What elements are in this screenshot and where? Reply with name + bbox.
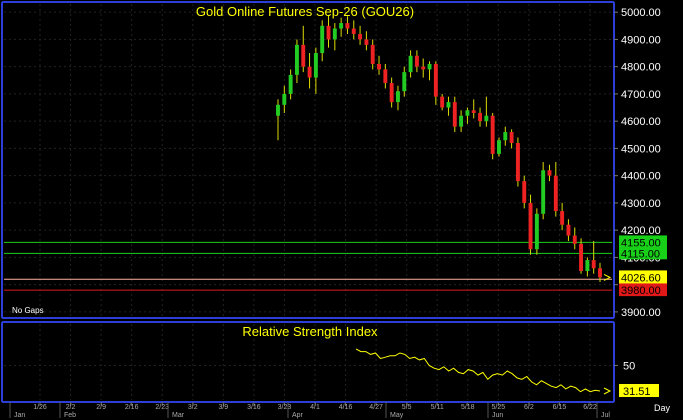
rsi-chart-title: Relative Strength Index xyxy=(242,324,378,339)
time-tick-label: 2/23 xyxy=(155,404,169,411)
candle-body xyxy=(345,23,350,29)
candle-body xyxy=(370,44,375,64)
price-tick-label: 4300.00 xyxy=(621,198,661,210)
month-label: May xyxy=(390,412,404,419)
candle-body xyxy=(377,63,381,70)
candle-body xyxy=(528,202,533,250)
price-tick-label: 3900.00 xyxy=(621,307,661,319)
candle-body xyxy=(515,142,520,182)
chart-window: 3900.004000.004100.004200.004300.004400.… xyxy=(0,0,683,420)
candle-body xyxy=(440,96,445,108)
candle-body xyxy=(579,243,584,272)
time-tick-label: 6/22 xyxy=(583,404,597,411)
month-label: Feb xyxy=(64,412,76,419)
price-level-label: 4115.00 xyxy=(621,248,660,260)
candle-body xyxy=(332,28,337,40)
candle-body xyxy=(478,112,482,122)
candle-body xyxy=(427,63,432,70)
candle-body xyxy=(484,115,489,122)
time-tick-label: 2/2 xyxy=(66,404,76,411)
rsi-last-label: 31.51 xyxy=(623,386,651,398)
price-tick-label: 4600.00 xyxy=(621,116,661,128)
candle-body xyxy=(294,44,299,75)
candle-body xyxy=(326,25,331,40)
month-label: Jul xyxy=(601,412,610,419)
price-tick-label: 4500.00 xyxy=(621,143,661,155)
candle-body xyxy=(402,72,407,92)
time-tick-label: 5/11 xyxy=(431,404,444,411)
last-price-label: 4026.60 xyxy=(621,272,661,284)
time-tick-label: 2/9 xyxy=(96,404,106,411)
price-chart-title: Gold Online Futures Sep-26 (GOU26) xyxy=(196,4,414,19)
background xyxy=(0,0,683,420)
candle-body xyxy=(598,268,602,278)
candle-body xyxy=(503,132,508,141)
time-tick-label: 6/15 xyxy=(553,404,567,411)
time-tick-label: 2/16 xyxy=(125,404,139,411)
time-tick-label: 3/9 xyxy=(218,404,228,411)
candle-body xyxy=(351,28,356,34)
time-tick-label: 3/16 xyxy=(247,404,261,411)
no-gaps-label: No Gaps xyxy=(12,306,44,315)
candle-body xyxy=(459,115,464,127)
candle-body xyxy=(566,224,571,236)
price-tick-label: 4800.00 xyxy=(621,62,661,74)
time-tick-label: 4/27 xyxy=(369,404,383,411)
candle-body xyxy=(465,110,470,116)
price-tick-label: 5000.00 xyxy=(621,7,661,19)
candle-body xyxy=(383,69,388,84)
time-tick-label: 6/2 xyxy=(524,404,534,411)
candle-body xyxy=(572,235,577,244)
time-tick-label: 4/1 xyxy=(310,404,320,411)
candle-body xyxy=(433,63,438,97)
candle-body xyxy=(560,211,565,225)
candle-body xyxy=(307,66,312,78)
candle-body xyxy=(282,93,287,105)
candle-body xyxy=(534,213,539,250)
price-tick-label: 4900.00 xyxy=(621,34,661,46)
rsi-tick-label: 50 xyxy=(623,360,635,372)
time-tick-label: 3/23 xyxy=(278,404,292,411)
month-label: Mar xyxy=(172,412,185,419)
candle-body xyxy=(497,140,501,154)
candle-body xyxy=(320,25,325,54)
candle-body xyxy=(421,66,426,70)
candle-body xyxy=(522,181,527,203)
candle-body xyxy=(358,33,363,40)
price-level-label: 3980.00 xyxy=(621,285,661,297)
candle-body xyxy=(301,44,306,67)
candle-body xyxy=(509,132,514,143)
candle-body xyxy=(547,170,552,176)
candle-body xyxy=(585,260,590,272)
candle-body xyxy=(396,91,400,103)
time-tick-label: 4/16 xyxy=(339,404,353,411)
time-tick-label: 1/26 xyxy=(33,404,47,411)
candle-body xyxy=(446,102,451,108)
time-tick-label: 5/25 xyxy=(492,404,506,411)
candle-body xyxy=(471,110,476,113)
price-tick-label: 4200.00 xyxy=(621,225,661,237)
candle-body xyxy=(490,115,495,154)
candle-body xyxy=(541,170,546,214)
candle-body xyxy=(389,83,394,103)
time-tick-label: 3/2 xyxy=(188,404,198,411)
candle-body xyxy=(408,55,413,73)
candle-body xyxy=(591,260,596,269)
candle-body xyxy=(288,74,293,94)
candle-body xyxy=(414,55,419,67)
period-label[interactable]: Day xyxy=(654,403,671,413)
price-tick-label: 4700.00 xyxy=(621,89,661,101)
candle-body xyxy=(553,175,558,212)
candle-body xyxy=(364,39,369,45)
candle-body xyxy=(313,53,318,78)
month-label: Jun xyxy=(492,412,503,419)
time-tick-label: 5/5 xyxy=(402,404,412,411)
candle-body xyxy=(276,104,280,116)
candle-body xyxy=(452,102,457,127)
month-label: Apr xyxy=(292,412,304,419)
price-tick-label: 4400.00 xyxy=(621,171,661,183)
month-label: Jan xyxy=(14,412,25,419)
time-tick-label: 5/18 xyxy=(461,404,475,411)
candle-body xyxy=(339,23,344,29)
